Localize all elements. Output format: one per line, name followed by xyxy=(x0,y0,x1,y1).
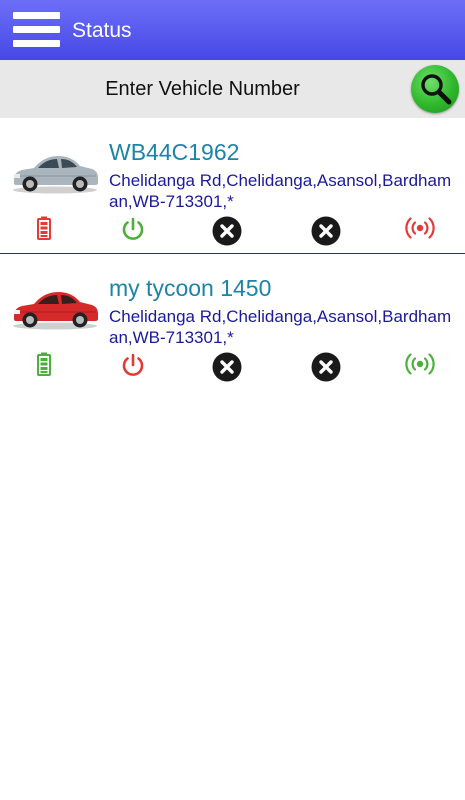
power-on-icon xyxy=(120,216,146,242)
hamburger-menu-icon[interactable] xyxy=(13,12,60,48)
battery-low-icon xyxy=(37,216,51,240)
signal-icon xyxy=(405,216,435,240)
vehicle-address: Chelidanga Rd,Chelidanga,Asansol,Bardham… xyxy=(109,307,452,347)
status-icons xyxy=(0,352,465,382)
battery-full-icon xyxy=(37,352,51,376)
signal-icon xyxy=(405,352,435,376)
search-icon xyxy=(421,74,452,105)
app-bar: Status xyxy=(0,0,465,60)
silver-car-icon xyxy=(13,156,98,194)
status-icons xyxy=(0,216,465,246)
power-off-icon xyxy=(120,352,146,378)
red-car-icon xyxy=(13,292,98,330)
x-icon xyxy=(212,216,242,246)
vehicle-list: WB44C1962 Chelidanga Rd,Chelidanga,Asans… xyxy=(0,118,465,390)
x-icon xyxy=(212,352,242,382)
x-icon xyxy=(311,352,341,382)
search-bar xyxy=(0,60,465,118)
vehicle-name: WB44C1962 xyxy=(109,139,240,165)
vehicle-name: my tycoon 1450 xyxy=(109,275,272,301)
vehicle-row[interactable]: my tycoon 1450 Chelidanga Rd,Chelidanga,… xyxy=(0,254,465,390)
x-icon xyxy=(311,216,341,246)
vehicle-number-input[interactable] xyxy=(0,60,405,118)
search-button[interactable] xyxy=(411,65,459,113)
vehicle-row[interactable]: WB44C1962 Chelidanga Rd,Chelidanga,Asans… xyxy=(0,118,465,254)
page-title: Status xyxy=(72,19,132,42)
vehicle-address: Chelidanga Rd,Chelidanga,Asansol,Bardham… xyxy=(109,171,452,211)
